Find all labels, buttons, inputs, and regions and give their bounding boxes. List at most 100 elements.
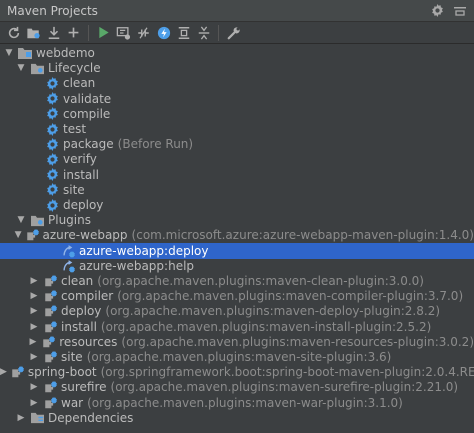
plugin-goal-icon xyxy=(60,243,76,259)
tree-node-label: deploy xyxy=(63,198,104,212)
panel-title-bar: Maven Projects xyxy=(0,0,474,22)
collapsed-arrow-icon[interactable]: ▶ xyxy=(29,276,39,286)
tree-node-lifecycle[interactable]: ▼ Lifecycle xyxy=(0,60,474,76)
collapsed-arrow-icon[interactable]: ▶ xyxy=(16,413,26,423)
plugin-azure-webapp[interactable]: ▼ azure-webapp (com.microsoft.azure:azure-… xyxy=(0,227,474,243)
tree-node-label: Lifecycle xyxy=(48,61,101,76)
tree-node-hint: (org.apache.maven.plugins:maven-deploy-p… xyxy=(105,304,441,319)
collapse-all-icon[interactable] xyxy=(194,24,213,42)
toolbar-separator xyxy=(88,24,89,41)
gear-icon xyxy=(44,121,60,137)
toggle-offline-icon[interactable] xyxy=(134,24,153,42)
plugin-goal-icon xyxy=(60,258,76,274)
tree-node-label: webdemo xyxy=(36,46,95,60)
tree-node-label: site xyxy=(63,182,85,197)
plugin-icon xyxy=(42,379,58,395)
lifecycle-phase-compile[interactable]: compile xyxy=(0,106,474,122)
tree-node-label: azure-webapp:help xyxy=(79,258,195,273)
plugin-goal[interactable]: azure-webapp:help xyxy=(0,258,474,274)
tree-node-label: test xyxy=(63,122,87,136)
plugin-icon xyxy=(25,227,40,243)
collapsed-arrow-icon[interactable]: ▶ xyxy=(29,291,39,301)
lifecycle-phase-validate[interactable]: validate xyxy=(0,91,474,107)
tree-node-project[interactable]: ▼ webdemo xyxy=(0,45,474,61)
collapsed-arrow-icon[interactable]: ▶ xyxy=(29,352,39,362)
lifecycle-phase-package[interactable]: package (Before Run) xyxy=(0,136,474,152)
show-dependencies-icon[interactable] xyxy=(174,24,193,42)
plugin-compiler[interactable]: ▶ compiler (org.apache.maven.plugins:maven… xyxy=(0,288,474,304)
plugin-icon xyxy=(42,303,58,319)
tree-node-plugins[interactable]: ▼ Plugins xyxy=(0,212,474,228)
lifecycle-phase-site[interactable]: site xyxy=(0,182,474,198)
toolbar-separator xyxy=(218,24,219,41)
tree-node-label: Plugins xyxy=(48,213,91,228)
tree-node-label: compile xyxy=(63,106,111,121)
tree-node-label: deploy xyxy=(61,304,102,319)
collapsed-arrow-icon[interactable]: ▶ xyxy=(0,367,7,377)
plugin-deploy[interactable]: ▶ deploy (org.apache.maven.plugins:maven-d… xyxy=(0,303,474,319)
plugin-icon xyxy=(10,364,25,380)
plugin-icon xyxy=(42,319,58,335)
collapsed-arrow-icon[interactable]: ▶ xyxy=(29,382,39,392)
lifecycle-phase-verify[interactable]: verify xyxy=(0,151,474,167)
tree-node-hint: (org.apache.maven.plugins:maven-clean-pl… xyxy=(97,274,424,288)
lifecycle-phase-install[interactable]: install xyxy=(0,167,474,183)
plugin-site[interactable]: ▶ site (org.apache.maven.plugins:maven-sit… xyxy=(0,349,474,365)
expanded-arrow-icon[interactable]: ▼ xyxy=(16,63,26,73)
lifecycle-phase-deploy[interactable]: deploy xyxy=(0,197,474,213)
collapsed-arrow-icon[interactable]: ▶ xyxy=(29,306,39,316)
gear-icon xyxy=(44,182,60,198)
gear-icon xyxy=(44,136,60,152)
tree-node-label: spring-boot xyxy=(27,365,97,380)
tree-node-hint: (org.apache.maven.plugins:maven-resource… xyxy=(121,334,474,349)
tree-node-label: verify xyxy=(63,152,97,167)
lifecycle-phase-clean[interactable]: clean xyxy=(0,75,474,91)
collapsed-arrow-icon[interactable]: ▶ xyxy=(29,322,39,332)
plugin-icon xyxy=(42,349,58,365)
plugin-icon xyxy=(42,273,58,289)
plugin-clean[interactable]: ▶ clean (org.apache.maven.plugins:maven-cl… xyxy=(0,273,474,289)
expanded-arrow-icon[interactable]: ▼ xyxy=(15,230,22,240)
tree-node-label: compiler xyxy=(61,289,114,304)
tree-node-hint: (Before Run) xyxy=(117,137,194,152)
plugin-icon xyxy=(42,395,58,411)
tree-node-label: clean xyxy=(61,274,94,288)
gear-icon xyxy=(44,106,60,122)
hide-panel-icon[interactable] xyxy=(454,5,466,17)
plugin-install[interactable]: ▶ install (org.apache.maven.plugins:maven-… xyxy=(0,319,474,335)
tree-node-label: Dependencies xyxy=(48,410,134,425)
add-icon[interactable] xyxy=(64,24,83,42)
plugin-resources[interactable]: ▶ resources (org.apache.maven.plugins:mave… xyxy=(0,334,474,350)
collapsed-arrow-icon[interactable]: ▶ xyxy=(28,337,38,347)
maven-toolbar xyxy=(0,22,474,44)
settings-wrench-icon[interactable] xyxy=(224,24,243,42)
expanded-arrow-icon[interactable]: ▼ xyxy=(16,215,26,225)
tree-node-label: surefire xyxy=(61,380,107,395)
tree-node-label: install xyxy=(63,167,99,182)
gear-icon xyxy=(44,75,60,91)
tree-node-label: resources xyxy=(59,334,118,349)
plugin-surefire[interactable]: ▶ surefire (org.apache.maven.plugins:maven… xyxy=(0,379,474,395)
plugin-goal[interactable]: azure-webapp:deploy xyxy=(0,242,474,259)
tree-node-label: validate xyxy=(63,91,112,106)
tree-node-hint: (org.apache.maven.plugins:maven-site-plu… xyxy=(86,350,392,364)
plugin-spring-boot[interactable]: ▶ spring-boot (org.springframework.boot:sp… xyxy=(0,364,474,380)
tree-node-label: war xyxy=(61,395,84,410)
tree-node-hint: (org.apache.maven.plugins:maven-war-plug… xyxy=(87,395,403,410)
run-config-icon[interactable] xyxy=(114,24,133,42)
skip-tests-icon[interactable] xyxy=(154,24,173,42)
gear-icon xyxy=(44,167,60,183)
refresh-icon[interactable] xyxy=(4,24,23,42)
plugin-icon xyxy=(41,334,57,350)
tree-node-dependencies[interactable]: ▶ Dependencies xyxy=(0,410,474,426)
title-actions xyxy=(431,4,466,17)
download-icon[interactable] xyxy=(44,24,63,42)
run-icon[interactable] xyxy=(94,24,113,42)
gear-icon[interactable] xyxy=(431,4,444,17)
collapsed-arrow-icon[interactable]: ▶ xyxy=(29,398,39,408)
tree-node-label: package xyxy=(63,137,114,152)
generate-sources-icon[interactable] xyxy=(24,24,43,42)
lifecycle-phase-test[interactable]: test xyxy=(0,121,474,137)
expanded-arrow-icon[interactable]: ▼ xyxy=(4,48,14,58)
plugin-war[interactable]: ▶ war (org.apache.maven.plugins:maven-war-… xyxy=(0,395,474,411)
